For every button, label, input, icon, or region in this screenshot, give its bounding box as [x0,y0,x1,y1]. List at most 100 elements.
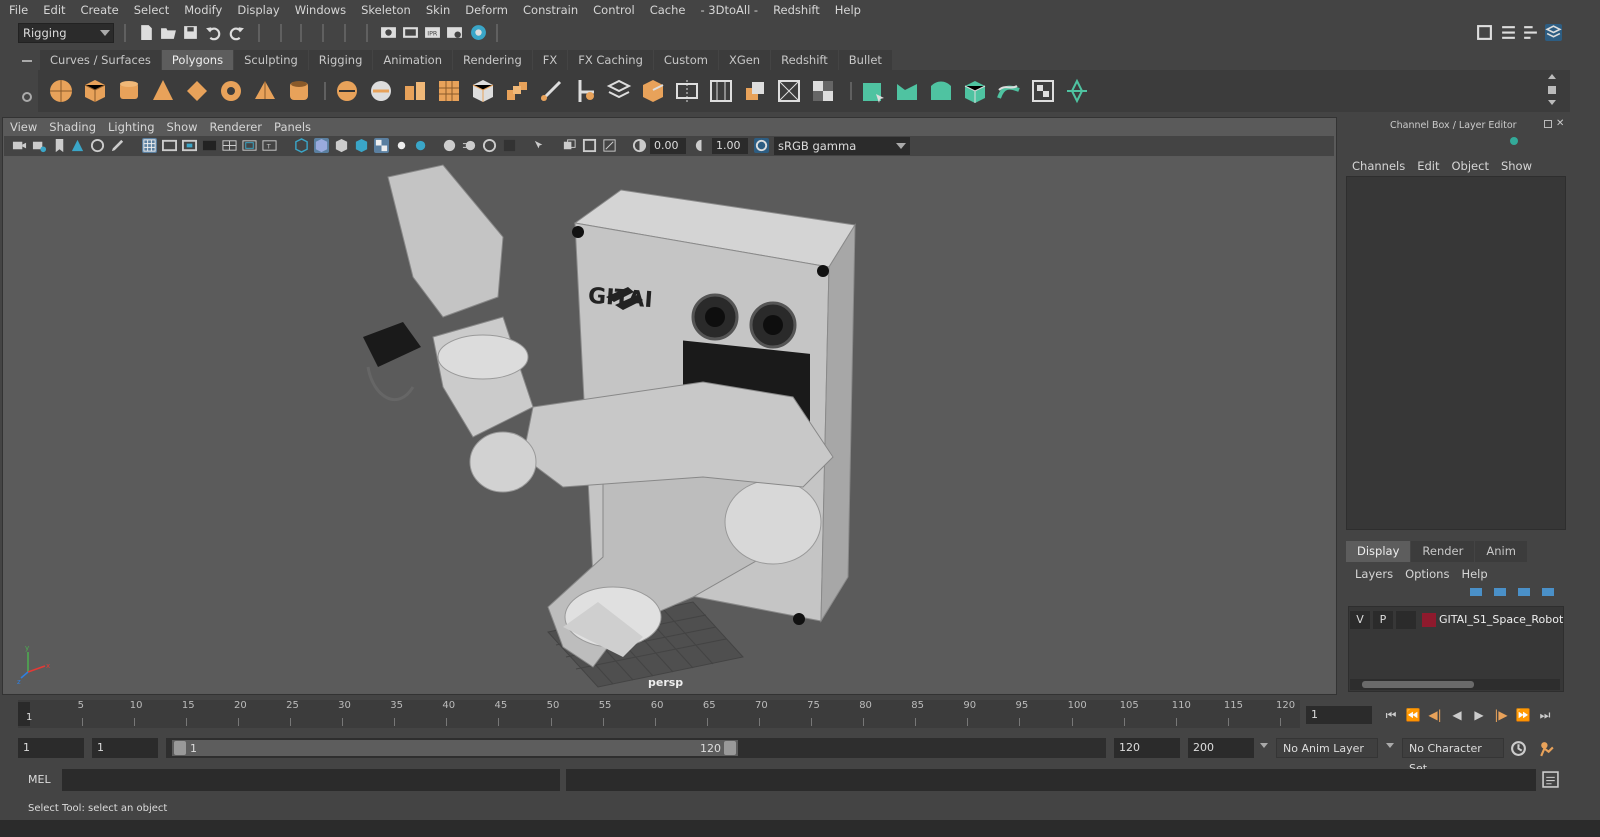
menu-deform[interactable]: Deform [456,0,514,20]
panel-menu-show[interactable]: Show [161,118,204,136]
time-slider[interactable]: 5 10 15 20 25 30 35 40 45 50 55 60 65 70 75 80 85 90 95 100… [18,700,1300,728]
menu-file[interactable]: File [0,0,34,20]
layer-horizontal-scrollbar[interactable] [1350,679,1560,690]
animation-end-field[interactable]: 200 [1188,738,1254,758]
move-layer-up-icon[interactable] [1470,588,1482,596]
scrollbar-thumb[interactable] [1362,681,1474,688]
float-panel-icon[interactable] [1544,120,1552,128]
menu-create[interactable]: Create [72,0,125,20]
extrude-icon[interactable] [402,78,428,104]
poly-pipe-icon[interactable] [286,78,312,104]
layer-tab-anim[interactable]: Anim [1475,541,1527,562]
layer-color-swatch[interactable] [1422,613,1436,627]
menu-modify[interactable]: Modify [175,0,228,20]
layer-tab-render[interactable]: Render [1411,541,1475,562]
shelf-tab-curves-surfaces[interactable]: Curves / Surfaces [40,50,161,70]
layer-display-type-toggle[interactable] [1396,611,1416,629]
menu-help[interactable]: Help [826,0,867,20]
command-input[interactable] [62,769,560,791]
checker-map-icon[interactable] [1030,78,1056,104]
safe-title-icon[interactable]: T [262,138,277,153]
new-scene-icon[interactable] [138,24,155,41]
sculpt-smooth-icon[interactable] [928,78,954,104]
mirror-icon[interactable] [674,78,700,104]
close-icon[interactable]: ✕ [1556,118,1564,129]
character-set-dropdown[interactable]: No Character Set [1402,738,1504,775]
menu-display[interactable]: Display [228,0,285,20]
modeling-toolkit-icon[interactable] [1476,24,1493,41]
attribute-editor-icon[interactable] [1500,24,1517,41]
multi-cut-icon[interactable] [538,78,564,104]
redo-icon[interactable] [228,24,245,41]
target-weld-icon[interactable] [572,78,598,104]
open-scene-icon[interactable] [160,24,177,41]
render-settings-icon[interactable] [446,24,463,41]
tool-settings-icon[interactable] [1522,24,1539,41]
exposure-field[interactable]: 0.00 [650,138,686,154]
channel-box-toggle-icon[interactable] [1545,24,1562,41]
film-gate-icon[interactable] [162,138,177,153]
shelf-scroll-down-icon[interactable] [1548,100,1556,105]
shelf-tab-custom[interactable]: Custom [653,50,718,70]
new-layer-icon[interactable] [1518,588,1530,596]
shadows-icon[interactable] [414,138,429,153]
gear-icon[interactable] [22,92,32,102]
animation-start-field[interactable]: 1 [18,738,84,758]
menu-3dtoall[interactable]: - 3DtoAll - [691,0,764,20]
shelf-tab-fx[interactable]: FX [532,50,568,70]
fill-hole-icon[interactable] [640,78,666,104]
resolution-gate-icon[interactable] [182,138,197,153]
shelf-tab-fx-caching[interactable]: FX Caching [568,50,653,70]
channel-box-menu-edit[interactable]: Edit [1411,158,1445,174]
motion-blur-icon[interactable] [462,138,477,153]
new-layer-selected-icon[interactable] [1542,588,1554,596]
poly-torus-icon[interactable] [218,78,244,104]
step-forward-frame-icon[interactable]: ⏩ [1512,706,1534,724]
channel-box-menu-object[interactable]: Object [1446,158,1495,174]
color-management-icon[interactable] [754,138,769,153]
viewport-scene[interactable]: y x z [3,157,1335,693]
menu-cache[interactable]: Cache [641,0,692,20]
textured-icon[interactable] [374,138,389,153]
playback-end-field[interactable]: 120 [1114,738,1180,758]
exposure-icon[interactable] [632,138,647,153]
insert-edge-loop-icon[interactable] [708,78,734,104]
move-layer-down-icon[interactable] [1494,588,1506,596]
poly-pyramid-icon[interactable] [252,78,278,104]
separate-icon[interactable] [368,78,394,104]
grease-pencil-icon[interactable] [110,138,125,153]
shelf-tab-sculpting[interactable]: Sculpting [234,50,308,70]
poly-sphere-icon[interactable] [48,78,74,104]
use-all-lights-icon[interactable] [394,138,409,153]
panel-menu-view[interactable]: View [4,118,43,136]
render-view-icon[interactable] [380,24,397,41]
step-forward-key-icon[interactable]: |▶ [1490,706,1512,724]
smooth-icon[interactable] [436,78,462,104]
save-scene-icon[interactable] [182,24,199,41]
layer-menu-layers[interactable]: Layers [1349,566,1399,582]
wireframe-icon[interactable] [294,138,309,153]
menu-windows[interactable]: Windows [286,0,352,20]
field-chart-icon[interactable] [222,138,237,153]
smooth-shade-icon[interactable] [314,138,329,153]
shelf-menu-icon[interactable] [22,60,32,62]
layer-menu-help[interactable]: Help [1455,566,1493,582]
use-default-material-icon[interactable] [334,138,349,153]
depth-of-field-icon[interactable] [502,138,517,153]
range-slider[interactable]: 1 120 [166,738,1106,758]
xray-joints-icon[interactable] [582,138,597,153]
playback-start-field[interactable]: 1 [92,738,158,758]
wireframe-on-shaded-icon[interactable] [354,138,369,153]
curve-deform-icon[interactable] [996,78,1022,104]
gamma-field[interactable]: 1.00 [712,138,748,154]
shelf-tab-rendering[interactable]: Rendering [453,50,532,70]
bookmark-icon[interactable] [52,138,67,153]
offset-edge-loop-icon[interactable] [742,78,768,104]
xray-components-icon[interactable] [602,138,617,153]
undo-icon[interactable] [205,24,222,41]
gamma-icon[interactable] [694,138,709,153]
anim-layer-dropdown[interactable]: No Anim Layer [1276,738,1378,758]
shelf-tab-rigging[interactable]: Rigging [308,50,373,70]
isolate-select-icon[interactable] [532,138,547,153]
chevron-down-icon[interactable] [1386,743,1394,748]
